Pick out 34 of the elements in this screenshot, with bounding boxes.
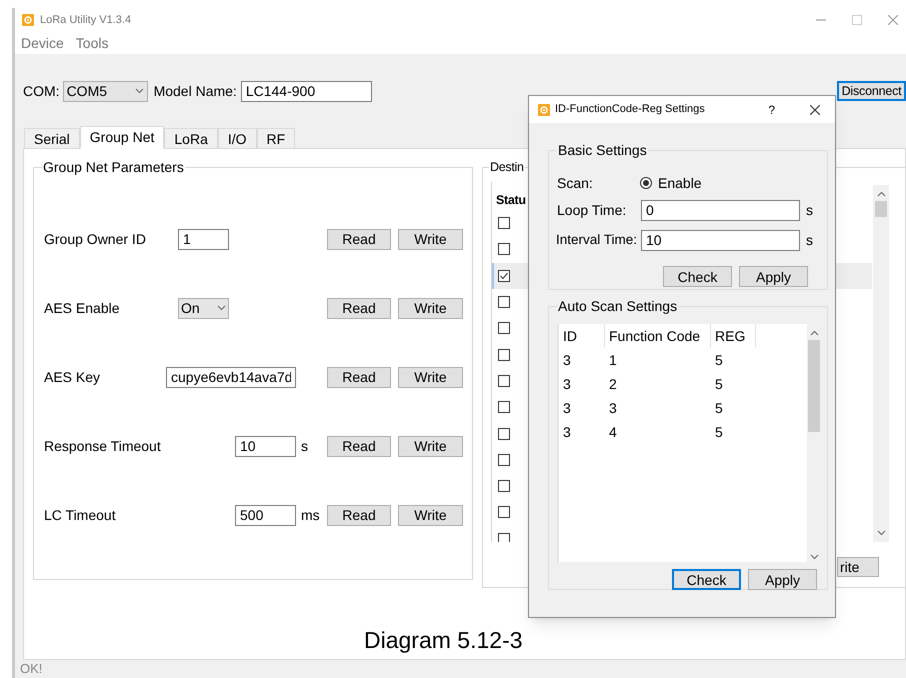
com-label: COM: (23, 82, 60, 100)
field-label: Response Timeout (44, 436, 162, 456)
unit-label: ms (301, 506, 320, 524)
model-name-label: Model Name: (154, 82, 237, 100)
group-title: Basic Settings (557, 142, 648, 158)
table-cell-text: 4 (608, 422, 618, 442)
group-title: Group Net Parameters (42, 159, 185, 175)
field-label: LC Timeout (44, 506, 117, 524)
field-label: Group Owner ID (44, 230, 147, 249)
table-cell-text: 5 (714, 350, 724, 370)
table-cell-text: 2 (608, 374, 618, 394)
column-header: Statu (496, 192, 526, 209)
table-cell-text: 5 (714, 422, 724, 442)
table-cell-text: 5 (714, 374, 724, 394)
group-title: Auto Scan Settings (557, 298, 678, 314)
dialog-title: ID-FunctionCode-Reg Settings (555, 102, 705, 118)
unit-label: s (806, 231, 813, 250)
unit-label: s (301, 436, 308, 456)
table-cell-text: 3 (562, 398, 572, 418)
field-label: AES Enable (44, 298, 120, 318)
table-cell-text: 5 (714, 398, 724, 418)
table-cell-text: 3 (562, 422, 572, 442)
diagram-caption: Diagram 5.12-3 (364, 626, 523, 654)
field-label: Loop Time: (557, 201, 628, 220)
status-text: OK! (20, 660, 42, 678)
unit-label: s (806, 201, 813, 220)
table-cell-text: 3 (562, 350, 572, 370)
field-label: Scan: (557, 174, 594, 192)
table-cell-text: 3 (562, 374, 572, 394)
window-title: LoRa Utility V1.3.4 (40, 12, 132, 28)
table-cell-text: 3 (608, 398, 618, 418)
field-label: Interval Time: (556, 231, 638, 250)
field-label: AES Key (44, 368, 102, 387)
table-cell-text: 1 (608, 350, 618, 370)
